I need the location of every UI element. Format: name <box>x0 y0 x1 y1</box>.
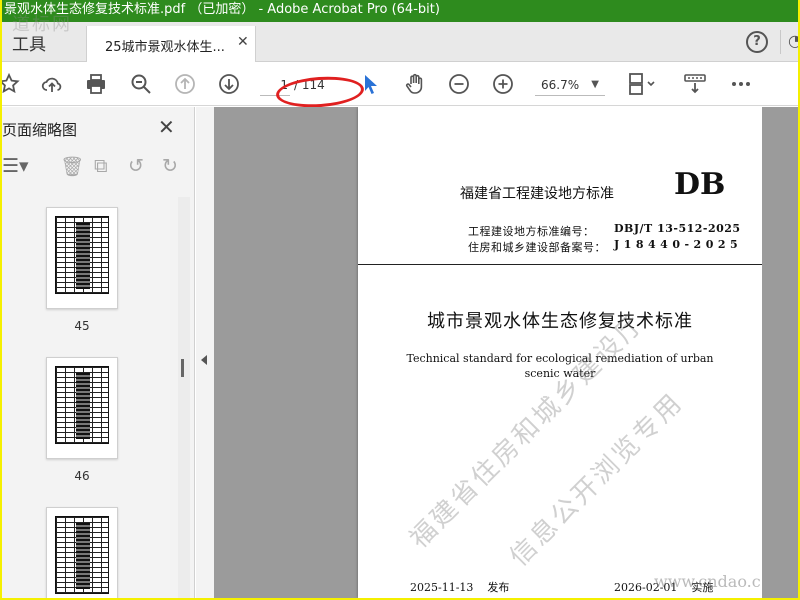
std-number-label: 工程建设地方标准编号： <box>468 225 595 238</box>
previous-page-icon[interactable] <box>172 72 198 98</box>
bookmark-star-icon[interactable] <box>2 72 22 98</box>
pdf-page: 福建省工程建设地方标准 DB 工程建设地方标准编号： DBJ/T 13-512-… <box>358 107 762 598</box>
thumbnail-list: 45 46 <box>2 197 178 598</box>
watermark-line-1: 福建省住房和城乡建设厅 <box>404 307 652 555</box>
panel-title: 页面缩略图 <box>2 121 78 139</box>
rotate-right-icon[interactable]: ↻ <box>162 155 178 177</box>
db-mark: DB <box>674 167 726 202</box>
record-number-label: 住房和城乡建设部备案号： <box>468 241 606 254</box>
hand-tool-icon[interactable] <box>402 72 428 98</box>
page-thumbnail[interactable] <box>46 357 118 459</box>
header-divider <box>358 264 762 265</box>
issue-label: 发布 <box>487 581 510 594</box>
print-icon[interactable] <box>83 72 109 98</box>
panel-splitter[interactable] <box>196 107 214 598</box>
delete-page-icon[interactable]: 🗑 <box>60 155 84 178</box>
site-watermark: www.cndao.c <box>654 572 761 591</box>
window-title-bar: 景观水体生态修复技术标准.pdf （已加密） - Adobe Acrobat P… <box>2 0 798 22</box>
help-icon[interactable]: ? <box>746 31 768 53</box>
tab-document-label: 25城市景观水体生... <box>105 40 225 55</box>
account-icon[interactable]: ◔ <box>788 31 798 50</box>
acrobat-window: 景观水体生态修复技术标准.pdf （已加密） - Adobe Acrobat P… <box>2 0 798 598</box>
page-layout-icon[interactable] <box>624 72 660 98</box>
tab-document[interactable]: 25城市景观水体生... ✕ <box>86 26 256 62</box>
zoom-search-icon[interactable] <box>128 72 154 98</box>
document-title-cn: 城市景观水体生态修复技术标准 <box>427 311 693 332</box>
zoom-level-select[interactable]: 66.7% ▼ <box>535 74 605 96</box>
zoom-out-icon[interactable] <box>446 72 472 98</box>
record-number-value: J18440-2025 <box>614 238 743 251</box>
panel-toolbar: ☰▾ 🗑 ⧉ ↺ ↻ <box>2 155 195 183</box>
page-thumbnails-panel: 页面缩略图 ✕ ☰▾ 🗑 ⧉ ↺ ↻ 45 46 <box>2 107 195 598</box>
logo-watermark: 道标网 <box>12 14 72 35</box>
thumbnail-table-preview <box>55 216 109 294</box>
options-menu-icon[interactable]: ☰▾ <box>2 155 29 177</box>
document-view[interactable]: 福建省工程建设地方标准 DB 工程建设地方标准编号： DBJ/T 13-512-… <box>214 107 798 598</box>
thumbnail-page-number: 45 <box>74 319 90 333</box>
collapse-panel-icon[interactable] <box>201 355 207 365</box>
document-scroll-gutter <box>762 107 798 598</box>
page-thumbnail[interactable] <box>46 507 118 598</box>
upload-cloud-icon[interactable] <box>39 72 65 98</box>
standard-org-heading: 福建省工程建设地方标准 <box>460 186 614 202</box>
tab-bar: 工具 25城市景观水体生... ✕ ? ◔ <box>2 22 798 62</box>
thumbnail-table-preview <box>55 366 109 444</box>
main-toolbar: 1 / 114 66.7% ▼ <box>2 62 798 106</box>
thumbnail-table-preview <box>55 516 109 594</box>
close-tab-icon[interactable]: ✕ <box>237 34 249 50</box>
page-thumbnail[interactable] <box>46 207 118 309</box>
next-page-icon[interactable] <box>216 72 242 98</box>
zoom-in-icon[interactable] <box>490 72 516 98</box>
extract-page-icon[interactable]: ⧉ <box>94 155 108 177</box>
tab-divider <box>780 30 781 54</box>
scrollbar-thumb[interactable] <box>181 359 184 377</box>
close-panel-icon[interactable]: ✕ <box>158 115 175 139</box>
issue-date: 2025-11-13 发布 <box>410 579 509 595</box>
chevron-down-icon: ▼ <box>591 79 599 90</box>
thumbnail-page-number: 46 <box>74 469 90 483</box>
issue-date-value: 2025-11-13 <box>410 581 474 594</box>
zoom-level-value: 66.7% <box>541 78 580 92</box>
more-options-icon[interactable] <box>728 72 754 98</box>
std-number-value: DBJ/T 13-512-2025 <box>614 222 741 235</box>
rotate-left-icon[interactable]: ↺ <box>128 155 144 177</box>
read-mode-icon[interactable] <box>682 72 708 98</box>
thumbnail-scrollbar[interactable] <box>178 197 190 598</box>
